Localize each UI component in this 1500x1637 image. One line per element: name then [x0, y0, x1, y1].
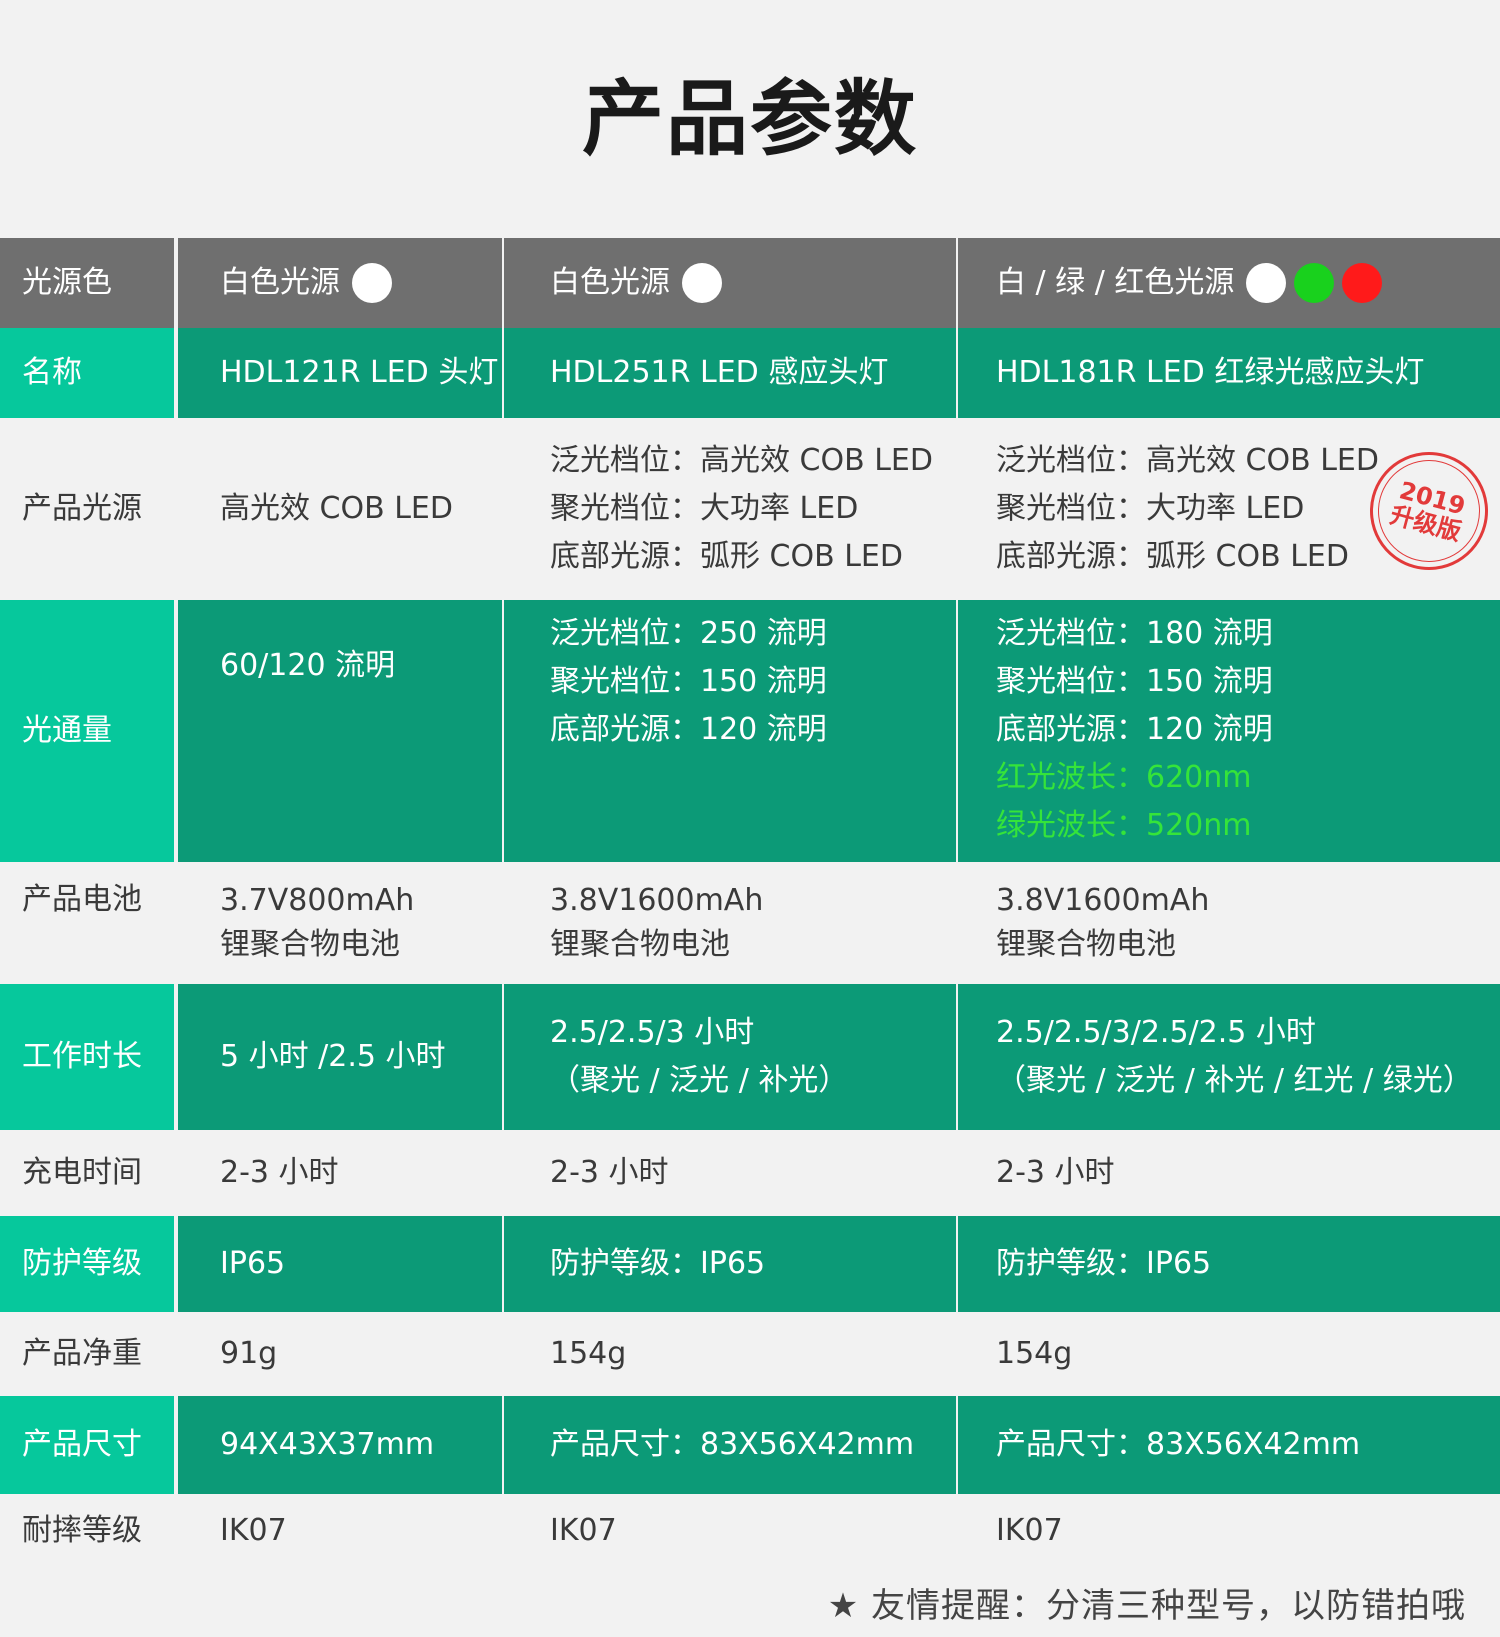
table-cell: 94X43X37mm	[178, 1396, 502, 1494]
column-header: 白 / 绿 / 红色光源	[996, 265, 1235, 300]
column-header: 白色光源	[220, 265, 340, 300]
table-cell-line: 聚光档位：大功率 LED	[550, 491, 859, 526]
table-cell-line: 底部光源：120 流明	[996, 712, 1273, 747]
table-cell: 产品尺寸：83X56X42mm	[504, 1396, 956, 1494]
row-label: 耐摔等级	[0, 1494, 174, 1568]
green-dot-icon	[1294, 263, 1335, 303]
table-cell: 91g	[178, 1312, 502, 1396]
row-label: 光源色	[0, 238, 174, 328]
table-cell-line: 3.7V800mAh	[220, 883, 415, 918]
white-dot-icon	[682, 263, 722, 303]
table-cell: IK07	[958, 1494, 1500, 1568]
page-title: 产品参数	[581, 72, 918, 167]
table-cell: HDL181R LED 红绿光感应头灯	[958, 328, 1500, 418]
footer-reminder: ★ 友情提醒：分清三种型号，以防错拍哦	[827, 1586, 1466, 1626]
table-row-charge: 充电时间 2-3 小时 2-3 小时 2-3 小时	[0, 1130, 1500, 1216]
row-label: 产品光源	[0, 418, 174, 600]
table-cell-line: （聚光 / 泛光 / 补光）	[550, 1063, 849, 1098]
table-cell-line: 聚光档位：150 流明	[550, 664, 827, 699]
row-label: 名称	[0, 328, 174, 418]
white-dot-icon	[352, 263, 392, 303]
table-row-lumen: 光通量 60/120 流明 泛光档位：250 流明 聚光档位：150 流明 底部…	[0, 600, 1500, 862]
table-row-source: 产品光源 高光效 COB LED 泛光档位：高光效 COB LED 聚光档位：大…	[0, 418, 1500, 600]
table-cell-line: 锂聚合物电池	[220, 927, 400, 962]
table-row-size: 产品尺寸 94X43X37mm 产品尺寸：83X56X42mm 产品尺寸：83X…	[0, 1396, 1500, 1494]
row-label: 产品净重	[0, 1312, 174, 1396]
row-label: 工作时长	[0, 984, 174, 1130]
column-header: 白色光源	[550, 265, 670, 300]
table-cell-line: 锂聚合物电池	[996, 927, 1176, 962]
table-cell: 2-3 小时	[504, 1130, 956, 1216]
table-row-ip: 防护等级 IP65 防护等级：IP65 防护等级：IP65	[0, 1216, 1500, 1312]
table-cell: IP65	[178, 1216, 502, 1312]
table-cell-line: 泛光档位：180 流明	[996, 616, 1273, 651]
table-cell-line: （聚光 / 泛光 / 补光 / 红光 / 绿光）	[996, 1063, 1473, 1098]
table-cell-line: 2.5/2.5/3/2.5/2.5 小时	[996, 1015, 1316, 1050]
table-row-name: 名称 HDL121R LED 头灯 HDL251R LED 感应头灯 HDL18…	[0, 328, 1500, 418]
row-label: 光通量	[0, 600, 174, 862]
table-cell: HDL251R LED 感应头灯	[504, 328, 956, 418]
white-dot-icon	[1246, 263, 1287, 303]
stamp-year: 2019	[1396, 476, 1469, 521]
table-cell-line: 3.8V1600mAh	[996, 883, 1210, 918]
table-cell: 产品尺寸：83X56X42mm	[958, 1396, 1500, 1494]
table-row-runtime: 工作时长 5 小时 /2.5 小时 2.5/2.5/3 小时 （聚光 / 泛光 …	[0, 984, 1500, 1130]
green-wavelength: 绿光波长：520nm	[996, 808, 1252, 843]
table-cell-line: 锂聚合物电池	[550, 927, 730, 962]
table-row-battery: 产品电池 3.7V800mAh 锂聚合物电池 3.8V1600mAh 锂聚合物电…	[0, 862, 1500, 984]
table-cell: HDL121R LED 头灯	[178, 328, 502, 418]
table-row-weight: 产品净重 91g 154g 154g	[0, 1312, 1500, 1396]
table-cell-line: 3.8V1600mAh	[550, 883, 764, 918]
table-cell: IK07	[178, 1494, 502, 1568]
table-cell: 60/120 流明	[178, 600, 502, 862]
table-cell: IK07	[504, 1494, 956, 1568]
table-cell: 5 小时 /2.5 小时	[178, 984, 502, 1130]
red-dot-icon	[1342, 263, 1383, 303]
table-row-light-color: 光源色 白色光源 白色光源 白 / 绿 / 红色光源	[0, 238, 1500, 328]
table-cell: 2-3 小时	[958, 1130, 1500, 1216]
table-cell-line: 2.5/2.5/3 小时	[550, 1015, 755, 1050]
table-row-drop: 耐摔等级 IK07 IK07 IK07	[0, 1494, 1500, 1568]
table-cell: 154g	[958, 1312, 1500, 1396]
spec-table: 光源色 白色光源 白色光源 白 / 绿 / 红色光源 名称 HDL121R LE…	[0, 238, 1500, 1568]
row-label: 充电时间	[0, 1130, 174, 1216]
row-label: 防护等级	[0, 1216, 174, 1312]
red-wavelength: 红光波长：620nm	[996, 760, 1252, 795]
table-cell-line: 底部光源：弧形 COB LED	[550, 539, 903, 574]
table-cell: 154g	[504, 1312, 956, 1396]
table-cell-line: 底部光源：120 流明	[550, 712, 827, 747]
table-cell: 2-3 小时	[178, 1130, 502, 1216]
table-cell: 高光效 COB LED	[178, 418, 502, 600]
row-label: 产品尺寸	[0, 1396, 174, 1494]
table-cell-line: 泛光档位：高光效 COB LED	[550, 443, 933, 478]
stamp-text: 升级版	[1387, 500, 1465, 547]
table-cell: 防护等级：IP65	[958, 1216, 1500, 1312]
table-cell-line: 泛光档位：250 流明	[550, 616, 827, 651]
table-cell: 防护等级：IP65	[504, 1216, 956, 1312]
row-label: 产品电池	[0, 862, 174, 984]
table-cell-line: 聚光档位：150 流明	[996, 664, 1273, 699]
